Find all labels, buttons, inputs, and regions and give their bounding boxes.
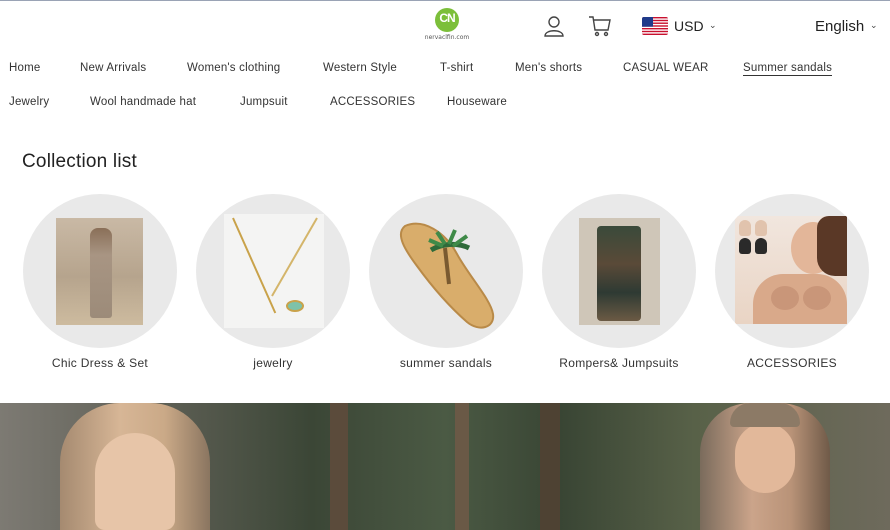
- language-selector[interactable]: English: [815, 18, 864, 35]
- collection-label[interactable]: Rompers& Jumpsuits: [521, 356, 717, 370]
- nav-item-mens-shorts[interactable]: Men's shorts: [515, 62, 582, 74]
- collection-item-jewelry[interactable]: jewelry: [195, 194, 351, 374]
- nav-item-home[interactable]: Home: [9, 62, 40, 74]
- site-logo[interactable]: CN nervaclfin.com: [418, 8, 476, 44]
- collection-label[interactable]: Chic Dress & Set: [2, 356, 198, 370]
- collection-label[interactable]: ACCESSORIES: [694, 356, 890, 370]
- chevron-down-icon[interactable]: ⌄: [870, 20, 878, 31]
- nav-item-summer-sandals[interactable]: Summer sandals: [743, 62, 833, 76]
- collection-label[interactable]: jewelry: [175, 356, 371, 370]
- nav-item-womens-clothing[interactable]: Women's clothing: [187, 62, 280, 74]
- hero-banner[interactable]: [0, 403, 890, 530]
- collection-label[interactable]: summer sandals: [348, 356, 544, 370]
- nav-item-t-shirt[interactable]: T-shirt: [440, 62, 473, 74]
- nav-item-jumpsuit[interactable]: Jumpsuit: [240, 96, 288, 108]
- currency-selector[interactable]: USD: [674, 18, 704, 34]
- collection-item-accessories[interactable]: ACCESSORIES: [714, 194, 870, 374]
- dress-photo: [56, 218, 143, 325]
- main-nav-row-1: Home New Arrivals Women's clothing Weste…: [0, 62, 890, 82]
- sandal-photo: [387, 214, 505, 334]
- collection-circle[interactable]: [196, 194, 350, 348]
- account-icon[interactable]: [542, 14, 566, 38]
- collection-title: Collection list: [22, 151, 137, 172]
- nav-item-new-arrivals[interactable]: New Arrivals: [80, 62, 146, 74]
- logo-text: nervaclfin.com: [424, 34, 470, 41]
- collection-circle[interactable]: [369, 194, 523, 348]
- nav-item-accessories[interactable]: ACCESSORIES: [330, 96, 415, 108]
- collection-item-chic-dress[interactable]: Chic Dress & Set: [22, 194, 178, 374]
- logo-mark: CN: [435, 8, 459, 32]
- nav-item-western-style[interactable]: Western Style: [323, 62, 397, 74]
- collection-item-rompers-jumpsuits[interactable]: Rompers& Jumpsuits: [541, 194, 697, 374]
- us-flag-icon[interactable]: [642, 17, 668, 35]
- collection-item-summer-sandals[interactable]: summer sandals: [368, 194, 524, 374]
- collection-circle[interactable]: [715, 194, 869, 348]
- nav-item-casual-wear[interactable]: CASUAL WEAR: [623, 62, 709, 74]
- chevron-down-icon[interactable]: ⌄: [709, 20, 717, 31]
- main-nav-row-2: Jewelry Wool handmade hat Jumpsuit ACCES…: [0, 96, 890, 116]
- nav-item-wool-handmade-hat[interactable]: Wool handmade hat: [90, 96, 196, 108]
- jumpsuit-photo: [579, 218, 660, 325]
- nav-item-jewelry[interactable]: Jewelry: [9, 96, 49, 108]
- accessories-photo: [735, 216, 847, 324]
- necklace-photo: [224, 214, 324, 328]
- cart-icon[interactable]: [588, 14, 612, 38]
- nav-item-houseware[interactable]: Houseware: [447, 96, 507, 108]
- collection-circle[interactable]: [542, 194, 696, 348]
- collection-circle[interactable]: [23, 194, 177, 348]
- top-border: [0, 0, 890, 1]
